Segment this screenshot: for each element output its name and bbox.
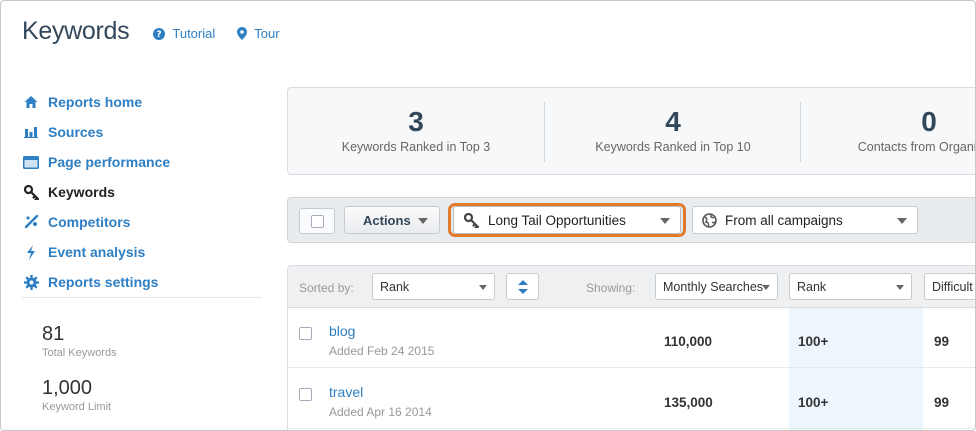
sidebar-item-sources[interactable]: Sources — [22, 117, 262, 147]
tutorial-link[interactable]: ? Tutorial — [153, 26, 215, 41]
total-keywords-stat: 81 Total Keywords — [42, 323, 117, 359]
tutorial-label: Tutorial — [172, 26, 216, 41]
sidebar-item-label: Reports settings — [48, 274, 159, 290]
sidebar-item-label: Competitors — [48, 214, 131, 230]
rank-cell: 100+ — [798, 334, 829, 349]
sidebar-item-label: Reports home — [48, 94, 143, 110]
row-checkbox[interactable] — [299, 388, 312, 401]
summary-top3: 3 Keywords Ranked in Top 3 — [288, 88, 544, 176]
stat-value: 81 — [42, 323, 65, 345]
filter-value: Long Tail Opportunities — [488, 212, 626, 228]
app-window: Keywords ? Tutorial Tour Reports home So… — [0, 0, 976, 431]
page-title: Keywords — [22, 17, 130, 45]
column-header-searches: Monthly Searches — [663, 279, 764, 294]
competitors-icon — [22, 213, 40, 231]
gear-icon — [22, 273, 40, 291]
sort-field-select[interactable]: Rank — [372, 273, 495, 300]
lightning-icon — [22, 243, 40, 261]
sidebar-item-reports-settings[interactable]: Reports settings — [22, 267, 262, 297]
select-all-checkbox[interactable] — [311, 215, 324, 228]
campaign-dropdown[interactable]: From all campaigns — [692, 206, 918, 234]
summary-label: Contacts from Organic La — [857, 140, 975, 154]
summary-organic-contacts: 0 Contacts from Organic La — [801, 88, 975, 176]
chevron-down-icon — [418, 218, 428, 224]
chevron-down-icon — [762, 285, 770, 290]
column-select-rank[interactable]: Rank — [789, 273, 912, 300]
monthly-searches-cell: 110,000 — [664, 334, 713, 349]
tour-label: Tour — [254, 26, 280, 41]
sidebar-item-label: Page performance — [48, 154, 171, 170]
showing-label: Showing: — [586, 281, 636, 295]
sort-direction-button[interactable] — [506, 273, 539, 300]
summary-value: 4 — [665, 106, 681, 137]
keyword-added-date: Added Apr 16 2014 — [329, 405, 432, 419]
stat-label: Total Keywords — [42, 347, 117, 359]
keyword-filter-dropdown[interactable]: Long Tail Opportunities — [453, 206, 681, 234]
difficulty-cell: 99 — [934, 395, 950, 410]
actions-button[interactable]: Actions — [344, 206, 440, 234]
keyword-link[interactable]: travel — [329, 384, 363, 400]
keyword-toolbar: Actions Long Tail Opportunities From all… — [287, 197, 975, 243]
page-header: Keywords ? Tutorial Tour — [22, 17, 280, 46]
chevron-down-icon — [896, 285, 904, 290]
keywords-table: Sorted by: Rank Showing: Monthly Searche… — [287, 265, 975, 430]
difficulty-cell: 99 — [934, 334, 950, 349]
key-icon — [464, 213, 479, 228]
campaign-value: From all campaigns — [725, 212, 843, 228]
row-checkbox[interactable] — [299, 327, 312, 340]
table-row: blog Added Feb 24 2015 110,000 100+ 99 — [288, 308, 975, 368]
summary-value: 0 — [921, 106, 937, 137]
question-circle-icon: ? — [153, 27, 166, 40]
summary-top10: 4 Keywords Ranked in Top 10 — [545, 88, 801, 176]
stat-value: 1,000 — [42, 377, 93, 399]
chevron-down-icon — [479, 285, 487, 290]
chevron-down-icon — [897, 218, 907, 224]
sidebar-item-event-analysis[interactable]: Event analysis — [22, 237, 262, 267]
sidebar-divider — [22, 297, 262, 298]
sidebar-item-label: Sources — [48, 124, 104, 140]
sort-field-value: Rank — [380, 279, 410, 294]
home-icon — [22, 93, 40, 111]
table-row: travel Added Apr 16 2014 135,000 100+ 99 — [288, 369, 975, 429]
column-select-difficulty[interactable]: Difficult — [924, 273, 975, 300]
filter-highlight: Long Tail Opportunities — [448, 203, 686, 237]
map-pin-icon — [237, 27, 248, 40]
keyword-limit-stat: 1,000 Keyword Limit — [42, 377, 111, 413]
sidebar-nav: Reports home Sources Page performance Ke… — [22, 87, 262, 297]
keyword-added-date: Added Feb 24 2015 — [329, 344, 435, 358]
summary-value: 3 — [408, 106, 424, 137]
column-select-searches[interactable]: Monthly Searches — [655, 273, 778, 300]
sidebar-item-reports-home[interactable]: Reports home — [22, 87, 262, 117]
key-icon — [22, 183, 40, 201]
monthly-searches-cell: 135,000 — [664, 395, 713, 410]
sort-arrows-icon — [518, 280, 528, 294]
svg-text:?: ? — [157, 30, 162, 40]
summary-label: Keywords Ranked in Top 10 — [595, 140, 751, 154]
bar-chart-icon — [22, 123, 40, 141]
column-header-rank: Rank — [797, 279, 827, 294]
keyword-link[interactable]: blog — [329, 323, 355, 339]
table-header: Sorted by: Rank Showing: Monthly Searche… — [288, 266, 975, 308]
sidebar-item-competitors[interactable]: Competitors — [22, 207, 262, 237]
sidebar-item-keywords[interactable]: Keywords — [22, 177, 262, 207]
rank-cell: 100+ — [798, 395, 829, 410]
chevron-down-icon — [660, 218, 670, 224]
actions-label: Actions — [363, 212, 411, 228]
summary-label: Keywords Ranked in Top 3 — [341, 140, 491, 154]
sidebar-item-page-performance[interactable]: Page performance — [22, 147, 262, 177]
tour-link[interactable]: Tour — [237, 26, 280, 41]
sorted-by-label: Sorted by: — [299, 281, 354, 295]
stat-label: Keyword Limit — [42, 401, 112, 413]
summary-panel: 3 Keywords Ranked in Top 3 4 Keywords Ra… — [287, 87, 975, 176]
select-all-button[interactable] — [299, 208, 335, 234]
sidebar-item-label: Keywords — [48, 184, 115, 200]
sidebar-item-label: Event analysis — [48, 244, 146, 260]
globe-icon — [702, 213, 717, 228]
browser-window-icon — [22, 153, 40, 171]
column-header-difficulty: Difficult — [932, 279, 973, 294]
